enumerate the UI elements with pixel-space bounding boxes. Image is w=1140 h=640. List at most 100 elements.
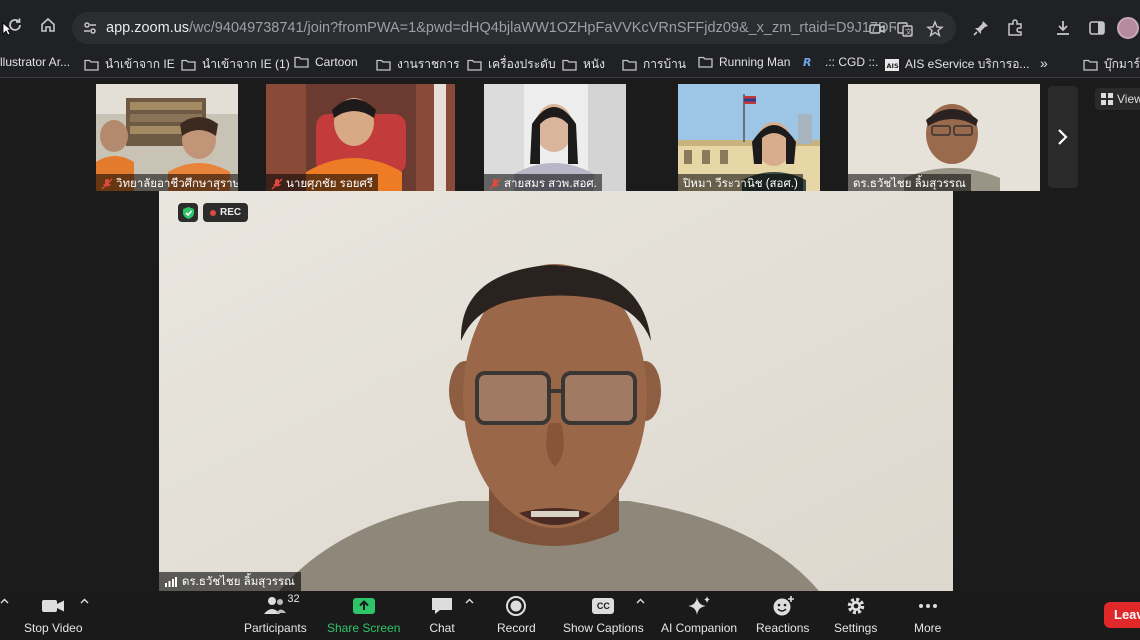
participant-tile[interactable]: ปิหมา วีระวานิช (สอศ.): [678, 84, 820, 191]
bookmark-item[interactable]: llustrator Ar...: [0, 55, 70, 69]
bookmark-label: เครื่องประดับ: [488, 57, 556, 71]
recording-dot-icon: [210, 209, 216, 216]
view-button[interactable]: View: [1095, 88, 1140, 110]
emoji-reaction-icon: [773, 596, 794, 616]
stop-video-button[interactable]: Stop Video: [24, 595, 83, 635]
share-screen-button[interactable]: Share Screen: [327, 595, 400, 635]
participant-count: 32: [287, 593, 300, 605]
address-bar[interactable]: app.zoom.us/wc/94049738741/join?fromPWA=…: [72, 12, 956, 44]
record-label: Record: [497, 621, 536, 635]
bookmark-item[interactable]: หนัง: [562, 55, 605, 74]
bookmark-label: Running Man: [719, 55, 791, 69]
download-icon[interactable]: [1053, 18, 1073, 38]
chevron-up-icon[interactable]: [0, 598, 9, 604]
bookmark-label: Cartoon: [315, 55, 358, 69]
bookmark-item[interactable]: เครื่องประดับ: [467, 55, 556, 74]
next-page-button[interactable]: [1048, 86, 1078, 188]
ais-icon: AIS: [885, 58, 899, 71]
url-text[interactable]: app.zoom.us/wc/94049738741/join?fromPWA=…: [106, 20, 896, 36]
bookmark-item[interactable]: นำเข้าจาก IE: [84, 55, 175, 74]
side-panel-icon[interactable]: [1087, 18, 1107, 38]
translate-icon[interactable]: 文: [896, 20, 914, 38]
participant-name: นายศุภชัย รอยศรี: [286, 177, 373, 190]
participant-tile[interactable]: นายศุภชัย รอยศรี: [266, 84, 455, 191]
speaker-name: ดร.ธวัชไชย ลิ้มสุวรรณ: [182, 575, 295, 588]
participant-tile[interactable]: สายสมร สวพ.สอศ.: [484, 84, 626, 191]
record-icon: [506, 596, 527, 616]
folder-icon: [467, 59, 482, 71]
closed-captions-icon: CC: [592, 598, 615, 614]
reactions-button[interactable]: Reactions: [756, 595, 809, 635]
more-dots-icon: [918, 604, 937, 608]
chat-bubble-icon: [432, 598, 452, 614]
bookmark-label: บุ๊กมาร์ก: [1104, 57, 1140, 71]
bookmarks-overflow-button[interactable]: »: [1040, 55, 1048, 71]
folder-icon: [1083, 59, 1098, 71]
share-screen-label: Share Screen: [327, 621, 401, 635]
home-icon[interactable]: [37, 14, 59, 36]
site-settings-icon[interactable]: [82, 20, 98, 36]
speaker-video-frame: [159, 191, 953, 591]
pin-extension-icon[interactable]: [971, 18, 991, 38]
bookmark-item[interactable]: Running Man: [698, 55, 790, 69]
settings-button[interactable]: Settings: [834, 595, 877, 635]
leave-button[interactable]: Leave: [1104, 602, 1140, 628]
recording-badge[interactable]: REC: [203, 203, 249, 222]
ai-companion-button[interactable]: AI Companion: [661, 595, 737, 635]
participant-tile[interactable]: วิทยาลัยอาชีวศึกษาสุราษฎร์ธานี: [96, 84, 238, 191]
profile-avatar[interactable]: [1117, 17, 1139, 39]
chevron-up-icon[interactable]: [80, 598, 89, 604]
participant-name-label: ดร.ธวัชไชย ลิ้มสุวรรณ: [848, 174, 971, 191]
chat-button[interactable]: Chat: [429, 595, 455, 635]
record-button[interactable]: Record: [497, 595, 536, 635]
participant-name: สายสมร สวพ.สอศ.: [504, 177, 597, 190]
bookmark-item[interactable]: AIS AIS eService บริการอ...: [885, 55, 1029, 74]
chevron-up-icon[interactable]: [465, 598, 474, 604]
reload-icon[interactable]: [4, 14, 26, 36]
bookmark-label: งานราชการ: [397, 57, 460, 71]
svg-text:文: 文: [905, 27, 912, 36]
svg-text:R: R: [803, 56, 811, 68]
captions-button[interactable]: CC Show Captions: [563, 595, 644, 635]
bookmark-item[interactable]: การบ้าน: [622, 55, 686, 74]
participants-button[interactable]: 32 Participants: [244, 593, 307, 635]
bookmark-label: .:: CGD ::.: [825, 55, 879, 69]
chat-label: Chat: [429, 621, 455, 635]
folder-icon: [562, 59, 577, 71]
bookmark-star-icon[interactable]: [926, 20, 944, 38]
folder-icon: [622, 59, 637, 71]
active-speaker-video[interactable]: [159, 191, 953, 591]
grid-view-icon: [1101, 93, 1113, 105]
camera-in-use-icon[interactable]: [868, 20, 886, 38]
ai-companion-label: AI Companion: [661, 621, 738, 635]
sparkle-icon: [688, 596, 711, 615]
bookmark-item[interactable]: R .:: CGD ::.: [803, 55, 878, 69]
bookmark-label: หนัง: [583, 57, 605, 71]
participant-name: ดร.ธวัชไชย ลิ้มสุวรรณ: [853, 177, 966, 190]
video-camera-icon: [42, 600, 65, 612]
bookmark-label: การบ้าน: [643, 57, 687, 71]
bookmarks-bar: llustrator Ar... นำเข้าจาก IE นำเข้าจาก …: [0, 48, 1140, 78]
bookmark-item[interactable]: Cartoon: [294, 55, 358, 69]
bookmark-item[interactable]: บุ๊กมาร์ก: [1083, 55, 1140, 74]
chevron-right-icon: [1058, 129, 1068, 145]
view-label: View: [1117, 92, 1140, 106]
settings-label: Settings: [834, 621, 878, 635]
encryption-shield-icon[interactable]: [178, 203, 198, 222]
mic-muted-icon: [489, 178, 501, 189]
participant-name: ปิหมา วีระวานิช (สอศ.): [683, 177, 798, 190]
more-button[interactable]: More: [914, 595, 941, 635]
more-label: More: [914, 621, 942, 635]
extensions-icon[interactable]: [1005, 18, 1025, 38]
participants-label: Participants: [244, 621, 307, 635]
participant-tile-active-speaker[interactable]: ดร.ธวัชไชย ลิ้มสุวรรณ: [848, 84, 1040, 191]
bookmark-label: นำเข้าจาก IE (1): [202, 57, 290, 71]
chevron-up-icon[interactable]: [636, 598, 645, 604]
bookmark-item[interactable]: งานราชการ: [376, 55, 460, 74]
url-path: /wc/94049738741/join?fromPWA=1&pwd=dHQ4b…: [189, 20, 896, 36]
bookmark-item[interactable]: นำเข้าจาก IE (1): [181, 55, 290, 74]
bookmark-label: llustrator Ar...: [0, 55, 71, 69]
bookmark-label: AIS eService บริการอ...: [905, 57, 1030, 71]
captions-label: Show Captions: [563, 621, 644, 635]
svg-text:AIS: AIS: [887, 62, 899, 70]
